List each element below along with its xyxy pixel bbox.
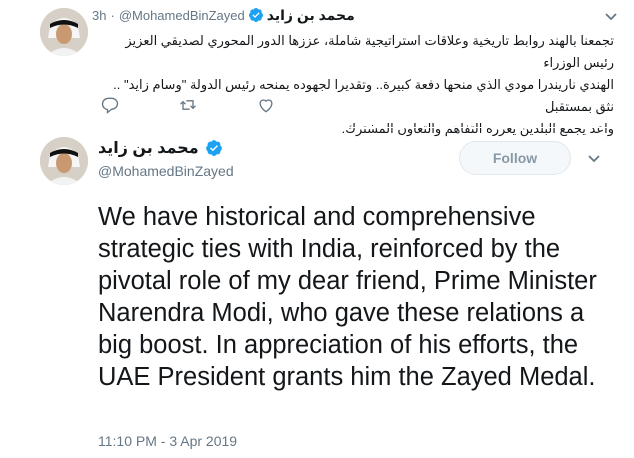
reply-handle[interactable]: @MohamedBinZayed	[119, 8, 245, 23]
chevron-down-icon[interactable]	[586, 150, 602, 171]
verified-icon	[202, 139, 226, 157]
reply-separator: ·	[110, 7, 115, 23]
tweet-text: We have historical and comprehensive str…	[98, 203, 597, 391]
main-author-row: محمد بن زايد	[98, 137, 226, 159]
chevron-down-icon[interactable]	[603, 8, 619, 29]
reply-text-line: تجمعنا بالهند روابط تاريخية وعلاقات استر…	[125, 33, 614, 70]
main-handle[interactable]: @MohamedBinZayed	[98, 163, 234, 179]
divider	[0, 127, 634, 128]
reply-tweet-text: تجمعنا بالهند روابط تاريخية وعلاقات استر…	[94, 30, 614, 140]
retweet-icon[interactable]	[178, 95, 198, 120]
main-author-name[interactable]: محمد بن زايد	[98, 138, 199, 158]
reply-actions	[100, 95, 276, 120]
avatar[interactable]	[40, 8, 88, 56]
avatar[interactable]	[40, 137, 88, 185]
reply-author-row: 3h · @MohamedBinZayed محمد بن زايد	[92, 6, 355, 24]
reply-icon[interactable]	[100, 95, 120, 120]
tweet-timestamp[interactable]: 11:10 PM - 3 Apr 2019	[98, 433, 237, 449]
like-icon[interactable]	[256, 95, 276, 120]
reply-author-name[interactable]: محمد بن زايد	[267, 7, 355, 24]
verified-icon	[245, 7, 267, 23]
follow-button[interactable]: Follow	[459, 141, 571, 175]
reply-time[interactable]: 3h	[92, 8, 106, 23]
